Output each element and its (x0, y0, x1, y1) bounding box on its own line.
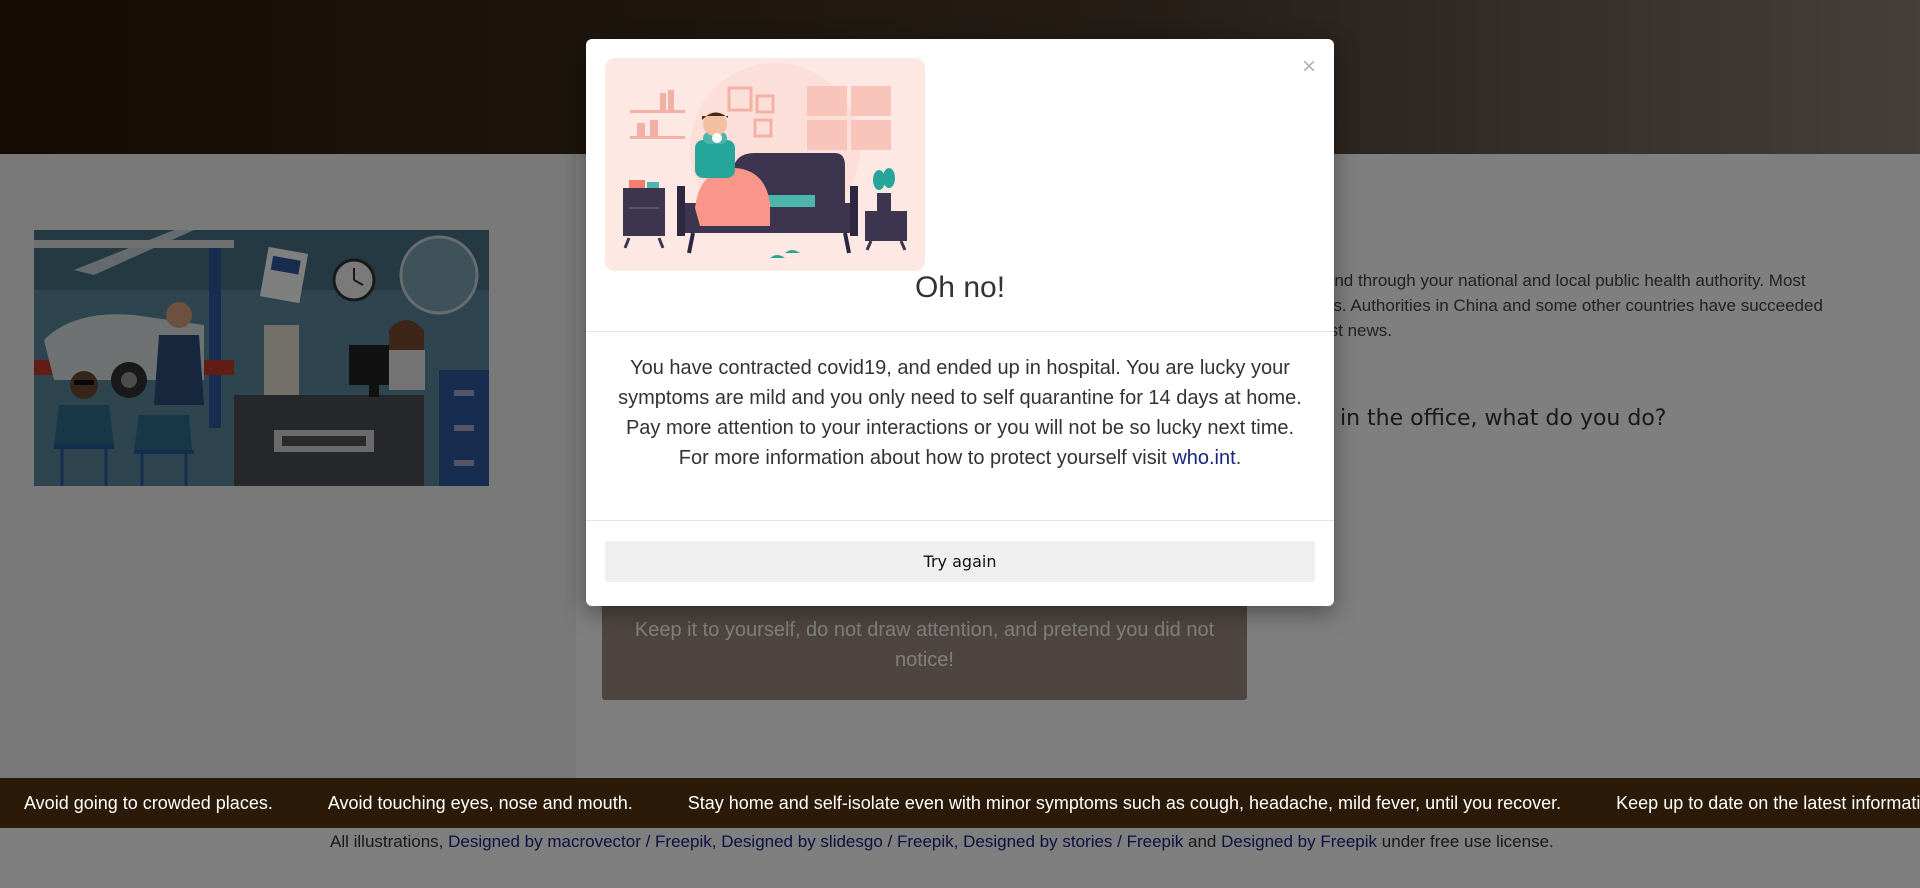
ticker-item: Avoid going to crowded places. (24, 792, 273, 813)
credits-prefix: All illustrations, (330, 832, 444, 851)
credit-link-stories[interactable]: Designed by stories / Freepik (963, 832, 1183, 851)
modal-body: You have contracted covid19, and ended u… (606, 353, 1314, 473)
info-message: For more information about how to protec… (606, 443, 1314, 473)
credits-and: and (1188, 832, 1217, 851)
credits-suffix: under free use license. (1381, 832, 1554, 851)
tips-ticker: Avoid going to crowded places. Avoid tou… (0, 778, 1920, 828)
ticker-item: Keep up to date on the latest informatio… (1616, 792, 1920, 813)
modal-divider (586, 331, 1334, 332)
info-suffix: . (1235, 447, 1242, 469)
ticker-item: Avoid touching eyes, nose and mouth. (327, 792, 633, 813)
modal-title: Oh no! (914, 271, 1006, 304)
modal-divider (586, 520, 1334, 521)
ticker-item: Stay home and self-isolate even with min… (687, 792, 1562, 813)
credits-separator: , (711, 832, 717, 851)
result-modal: × Oh no! You have contracted covid19, an… (586, 39, 1334, 606)
try-again-button[interactable]: Try again (605, 541, 1315, 582)
who-link[interactable]: who.int (1172, 447, 1235, 469)
credits-separator: , (953, 832, 959, 851)
credit-link-macrovector[interactable]: Designed by macrovector / Freepik (448, 832, 712, 851)
info-prefix: For more information about how to protec… (678, 447, 1167, 469)
credit-link-slidesgo[interactable]: Designed by slidesgo / Freepik (721, 832, 953, 851)
credit-link-freepik[interactable]: Designed by Freepik (1221, 832, 1377, 851)
close-icon[interactable]: × (1302, 55, 1316, 79)
result-message: You have contracted covid19, and ended u… (618, 357, 1302, 439)
sick-person-illustration (605, 58, 925, 271)
credits-text: All illustrations, Designed by macrovect… (330, 832, 1554, 852)
credits-footer: All illustrations, Designed by macrovect… (0, 828, 1920, 888)
